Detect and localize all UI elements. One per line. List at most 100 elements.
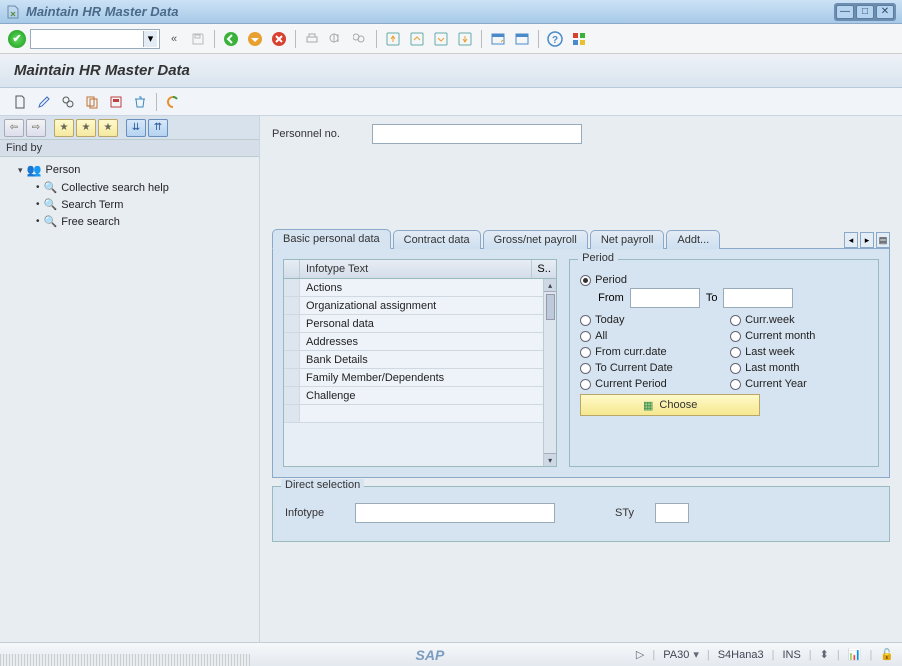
tree-node-collective[interactable]: • 🔍 Collective search help (6, 179, 253, 196)
infotype-header: Infotype Text S.. (284, 260, 556, 279)
copy-button[interactable] (82, 92, 102, 112)
fav-list-button[interactable]: ★ (76, 119, 96, 137)
sidebar-resize-handle[interactable] (0, 654, 250, 666)
radio-curryear[interactable]: Current Year (730, 378, 868, 390)
choose-button[interactable]: ▦ Choose (580, 394, 760, 416)
maximize-button[interactable]: □ (856, 5, 874, 19)
tab-gross-net[interactable]: Gross/net payroll (483, 230, 588, 249)
scroll-down-icon[interactable]: ▾ (544, 453, 556, 466)
delete-button[interactable] (130, 92, 150, 112)
infotype-input[interactable] (355, 503, 555, 523)
radio-period[interactable]: Period (580, 274, 868, 286)
radio-currweek[interactable]: Curr.week (730, 314, 868, 326)
table-row[interactable]: Actions (284, 279, 556, 297)
close-button[interactable]: ✕ (876, 5, 894, 19)
collapse-cmd-icon[interactable]: « (164, 29, 184, 49)
first-page-button[interactable] (383, 29, 403, 49)
personnel-no-label: Personnel no. (272, 128, 362, 140)
status-chart-icon[interactable]: 📊 (848, 648, 862, 661)
table-row[interactable]: Addresses (284, 333, 556, 351)
find-button[interactable] (326, 29, 346, 49)
tab-contract-data[interactable]: Contract data (393, 230, 481, 249)
tree-node-free-search[interactable]: • 🔍 Free search (6, 213, 253, 230)
chevron-down-icon[interactable]: ▾ (143, 31, 157, 47)
tab-net-payroll[interactable]: Net payroll (590, 230, 665, 249)
radio-all[interactable]: All (580, 330, 718, 342)
radio-lastweek[interactable]: Last week (730, 346, 868, 358)
status-header[interactable]: S.. (532, 260, 556, 278)
nav-back-button[interactable]: ⇦ (4, 119, 24, 137)
expand-icon: ▾ (18, 165, 23, 176)
status-signal-icon[interactable]: ⬍ (820, 648, 829, 661)
enter-button[interactable]: ✔ (8, 30, 26, 48)
tree-node-search-term[interactable]: • 🔍 Search Term (6, 196, 253, 213)
table-row[interactable]: Challenge (284, 387, 556, 405)
status-lock-icon[interactable]: 🔓 (880, 648, 894, 661)
radio-currmonth[interactable]: Current month (730, 330, 868, 342)
find-next-button[interactable] (350, 29, 370, 49)
save-button[interactable] (188, 29, 208, 49)
new-session-button[interactable] (488, 29, 508, 49)
tab-scroll-right-icon[interactable]: ▸ (860, 232, 874, 248)
table-row[interactable]: Personal data (284, 315, 556, 333)
prev-page-button[interactable] (407, 29, 427, 49)
radio-fromcurr[interactable]: From curr.date (580, 346, 718, 358)
direct-selection-title: Direct selection (281, 479, 364, 491)
screen-title: Maintain HR Master Data (14, 62, 190, 79)
from-label: From (598, 292, 624, 304)
scroll-up-icon[interactable]: ▴ (544, 279, 556, 292)
binoculars-icon: 🔍 (44, 215, 58, 228)
next-page-button[interactable] (431, 29, 451, 49)
print-button[interactable] (302, 29, 322, 49)
main-area: Personnel no. Basic personal data Contra… (260, 116, 902, 642)
object-tree: ▾ 👥 Person • 🔍 Collective search help • … (0, 157, 259, 642)
tree-node-person[interactable]: ▾ 👥 Person (6, 161, 253, 179)
scroll-thumb[interactable] (546, 294, 555, 320)
tab-scroll-left-icon[interactable]: ◂ (844, 232, 858, 248)
table-row[interactable]: Family Member/Dependents (284, 369, 556, 387)
expand-all-button[interactable]: ⇊ (126, 119, 146, 137)
cancel-button[interactable] (269, 29, 289, 49)
radio-today[interactable]: Today (580, 314, 718, 326)
infotype-scrollbar[interactable]: ▴ ▾ (543, 279, 556, 466)
radio-lastmonth[interactable]: Last month (730, 362, 868, 374)
fav-add-button[interactable]: ★ (54, 119, 74, 137)
system-toolbar: ✔ ▾ « ? (0, 24, 902, 54)
nav-forward-button[interactable]: ⇨ (26, 119, 46, 137)
radio-tocurr[interactable]: To Current Date (580, 362, 718, 374)
help-button[interactable]: ? (545, 29, 565, 49)
layout-button[interactable] (512, 29, 532, 49)
fav-del-button[interactable]: ★ (98, 119, 118, 137)
last-page-button[interactable] (455, 29, 475, 49)
application-toolbar (0, 88, 902, 116)
back-button[interactable] (221, 29, 241, 49)
sel-header (284, 260, 300, 278)
sty-input[interactable] (655, 503, 689, 523)
minimize-button[interactable]: — (836, 5, 854, 19)
infotype-label: Infotype (285, 507, 345, 519)
command-field[interactable]: ▾ (30, 29, 160, 49)
tab-content: Infotype Text S.. Actions Organizational… (272, 248, 890, 478)
display-button[interactable] (58, 92, 78, 112)
tab-list-icon[interactable]: ▤ (876, 232, 890, 248)
table-row[interactable] (284, 405, 556, 423)
customize-button[interactable] (569, 29, 589, 49)
table-row[interactable]: Organizational assignment (284, 297, 556, 315)
bullet-icon: • (36, 199, 40, 210)
from-input[interactable] (630, 288, 700, 308)
infotype-text-header[interactable]: Infotype Text (300, 260, 532, 278)
personnel-no-input[interactable] (372, 124, 582, 144)
delimit-button[interactable] (106, 92, 126, 112)
tab-additional[interactable]: Addt... (666, 230, 720, 249)
to-input[interactable] (723, 288, 793, 308)
create-button[interactable] (10, 92, 30, 112)
collapse-all-button[interactable]: ⇈ (148, 119, 168, 137)
change-button[interactable] (34, 92, 54, 112)
radio-currper[interactable]: Current Period (580, 378, 718, 390)
table-row[interactable]: Bank Details (284, 351, 556, 369)
exit-button[interactable] (245, 29, 265, 49)
overview-button[interactable] (163, 92, 183, 112)
tab-basic-personal[interactable]: Basic personal data (272, 229, 391, 249)
dropdown-icon[interactable]: ▾ (693, 648, 699, 661)
status-nav-icon[interactable]: ▷ (636, 648, 644, 661)
